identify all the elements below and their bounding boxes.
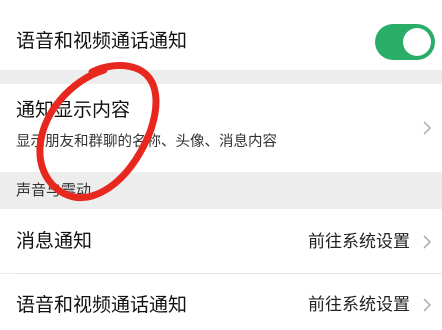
chevron-right-icon (423, 235, 432, 249)
voice-video-call-notification-toggle[interactable] (375, 24, 435, 60)
voice-video-call-notification-row: 语音和视频通话通知 (0, 0, 442, 70)
notification-display-content-description: 显示朋友和群聊的名称、头像、消息内容 (16, 134, 277, 150)
sound-and-vibration-section-header: 声音与震动 (16, 181, 92, 199)
voice-video-call-notification-settings-value: 前往系统设置 (308, 295, 410, 315)
message-notification-label: 消息通知 (16, 230, 93, 252)
notification-display-content-label: 通知显示内容 (16, 99, 131, 121)
message-notification-value: 前往系统设置 (308, 232, 410, 252)
voice-video-call-notification-label: 语音和视频通话通知 (16, 30, 188, 52)
chevron-right-icon (423, 121, 432, 135)
message-notification-row[interactable]: 消息通知 前往系统设置 (0, 209, 442, 273)
voice-video-call-notification-settings-label: 语音和视频通话通知 (16, 294, 188, 316)
toggle-knob (403, 28, 431, 56)
notification-display-content-row[interactable]: 通知显示内容 显示朋友和群聊的名称、头像、消息内容 (0, 84, 442, 172)
chevron-right-icon (423, 298, 432, 312)
voice-video-call-notification-settings-row[interactable]: 语音和视频通话通知 前往系统设置 (0, 274, 442, 330)
